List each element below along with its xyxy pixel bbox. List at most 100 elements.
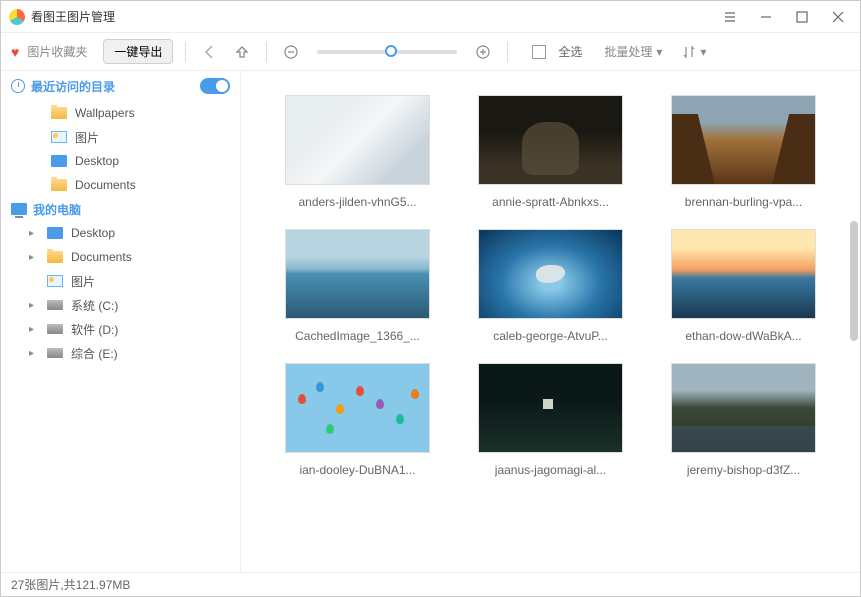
tree-item-label: 图片 (71, 273, 95, 290)
expand-arrow[interactable]: ▸ (29, 324, 39, 335)
thumbnail-label: annie-spratt-Abnkxs... (492, 195, 609, 209)
select-all-checkbox[interactable] (532, 45, 546, 59)
zoom-in-button[interactable] (471, 40, 495, 64)
tree-item-label: 软件 (D:) (71, 321, 118, 338)
thumbnail-image (671, 95, 816, 185)
titlebar-left: 看图王图片管理 (9, 8, 115, 25)
toolbar: ♥ 图片收藏夹 一键导出 全选 批量处理 ▾ ▾ (1, 33, 860, 71)
computer-header[interactable]: 我的电脑 (1, 197, 240, 221)
zoom-slider[interactable] (317, 50, 457, 54)
thumbnail-label: jaanus-jagomagi-al... (495, 463, 606, 477)
tree-item-drive-d[interactable]: ▸ 软件 (D:) (1, 317, 240, 341)
favorites-label[interactable]: 图片收藏夹 (27, 43, 87, 60)
thumbnail-item[interactable]: CachedImage_1366_... (281, 229, 434, 343)
status-text: 27张图片,共121.97MB (11, 576, 130, 593)
chevron-down-icon: ▾ (656, 45, 662, 59)
maximize-button[interactable] (788, 3, 816, 31)
sort-dropdown[interactable]: ▾ (682, 45, 706, 59)
minimize-button[interactable] (752, 3, 780, 31)
clock-icon (11, 79, 25, 93)
expand-arrow[interactable]: ▸ (29, 252, 39, 263)
tree-item-drive-e[interactable]: ▸ 综合 (E:) (1, 341, 240, 365)
divider (185, 42, 186, 62)
sidebar-item-label: Desktop (75, 154, 119, 168)
thumbnail-image (285, 95, 430, 185)
folder-icon (51, 179, 67, 191)
select-all-label[interactable]: 全选 (558, 43, 582, 60)
thumbnail-label: caleb-george-AtvuP... (493, 329, 608, 343)
sidebar-item-pictures[interactable]: 图片 (1, 125, 240, 149)
desktop-icon (51, 155, 67, 167)
back-button[interactable] (198, 40, 222, 64)
expand-arrow[interactable]: ▸ (29, 300, 39, 311)
thumbnail-image (671, 363, 816, 453)
disk-icon (47, 348, 63, 358)
vertical-scrollbar[interactable] (850, 221, 858, 341)
sidebar-item-wallpapers[interactable]: Wallpapers (1, 101, 240, 125)
thumbnail-label: ethan-dow-dWaBkA... (685, 329, 801, 343)
divider (266, 42, 267, 62)
thumbnail-image (671, 229, 816, 319)
thumbnail-image (478, 95, 623, 185)
sort-icon (682, 45, 696, 59)
export-button[interactable]: 一键导出 (103, 39, 173, 64)
thumbnail-label: brennan-burling-vpa... (685, 195, 802, 209)
statusbar: 27张图片,共121.97MB (1, 572, 860, 596)
tree-item-desktop[interactable]: ▸ Desktop (1, 221, 240, 245)
tree-item-label: Desktop (71, 226, 115, 240)
thumbnail-image (285, 229, 430, 319)
thumbnail-grid: anders-jilden-vhnG5... annie-spratt-Abnk… (241, 71, 860, 572)
app-window: 看图王图片管理 ♥ 图片收藏夹 一键导出 全选 批量处理 ▾ ▾ (0, 0, 861, 597)
folder-icon (51, 107, 67, 119)
sidebar-item-label: 图片 (75, 129, 99, 146)
sidebar: 最近访问的目录 Wallpapers 图片 Desktop Documents … (1, 71, 241, 572)
chevron-down-icon: ▾ (700, 45, 706, 59)
thumbnail-item[interactable]: caleb-george-AtvuP... (474, 229, 627, 343)
sidebar-item-label: Documents (75, 178, 136, 192)
main: 最近访问的目录 Wallpapers 图片 Desktop Documents … (1, 71, 860, 572)
expand-arrow[interactable]: ▸ (29, 228, 39, 239)
tree-item-label: 系统 (C:) (71, 297, 118, 314)
thumbnail-item[interactable]: annie-spratt-Abnkxs... (474, 95, 627, 209)
divider (507, 42, 508, 62)
zoom-out-button[interactable] (279, 40, 303, 64)
computer-header-label: 我的电脑 (33, 201, 81, 218)
folder-icon (47, 251, 63, 263)
menu-button[interactable] (716, 3, 744, 31)
recent-toggle[interactable] (200, 78, 230, 94)
expand-arrow[interactable]: ▸ (29, 348, 39, 359)
image-icon (47, 275, 63, 287)
thumbnail-item[interactable]: ethan-dow-dWaBkA... (667, 229, 820, 343)
thumbnail-image (478, 229, 623, 319)
sidebar-item-documents[interactable]: Documents (1, 173, 240, 197)
thumbnail-item[interactable]: ian-dooley-DuBNA1... (281, 363, 434, 477)
batch-process-dropdown[interactable]: 批量处理 ▾ (604, 43, 662, 60)
sidebar-item-label: Wallpapers (75, 106, 135, 120)
recent-header: 最近访问的目录 (1, 71, 240, 101)
thumbnail-image (285, 363, 430, 453)
thumbnail-label: CachedImage_1366_... (295, 329, 420, 343)
app-icon (9, 9, 25, 25)
thumbnail-image (478, 363, 623, 453)
thumbnail-item[interactable]: anders-jilden-vhnG5... (281, 95, 434, 209)
image-icon (51, 131, 67, 143)
tree-item-pictures[interactable]: ▸图片 (1, 269, 240, 293)
thumbnail-item[interactable]: brennan-burling-vpa... (667, 95, 820, 209)
tree-item-label: 综合 (E:) (71, 345, 118, 362)
tree-item-documents[interactable]: ▸Documents (1, 245, 240, 269)
batch-label: 批量处理 (604, 43, 652, 60)
sidebar-item-desktop[interactable]: Desktop (1, 149, 240, 173)
computer-icon (11, 203, 27, 215)
up-button[interactable] (230, 40, 254, 64)
close-button[interactable] (824, 3, 852, 31)
thumbnail-label: ian-dooley-DuBNA1... (299, 463, 415, 477)
tree-item-drive-c[interactable]: ▸ 系统 (C:) (1, 293, 240, 317)
thumbnail-item[interactable]: jeremy-bishop-d3fZ... (667, 363, 820, 477)
disk-icon (47, 324, 63, 334)
thumbnail-label: anders-jilden-vhnG5... (298, 195, 416, 209)
zoom-thumb[interactable] (385, 45, 397, 57)
thumbnail-item[interactable]: jaanus-jagomagi-al... (474, 363, 627, 477)
heart-icon: ♥ (11, 44, 19, 60)
recent-header-label: 最近访问的目录 (31, 78, 115, 95)
desktop-icon (47, 227, 63, 239)
